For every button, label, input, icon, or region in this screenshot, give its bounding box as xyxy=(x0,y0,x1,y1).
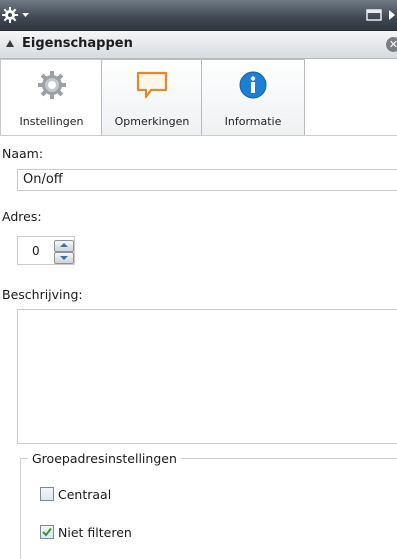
settings-gear-icon xyxy=(37,71,66,99)
address-stepper[interactable]: 0 xyxy=(17,236,75,265)
comment-bubble-icon xyxy=(136,71,168,99)
decrement-button[interactable] xyxy=(54,252,74,264)
tab-strip: Instellingen Opmerkingen Informatie xyxy=(0,59,397,136)
tab-label: Informatie xyxy=(224,115,282,128)
top-toolbar xyxy=(0,0,397,31)
name-label: Naam: xyxy=(2,146,44,161)
checkmark-icon xyxy=(42,527,52,537)
central-checkbox[interactable] xyxy=(40,487,54,501)
tab-instellingen[interactable]: Instellingen xyxy=(0,59,103,136)
description-textarea[interactable] xyxy=(17,309,397,444)
group-address-settings xyxy=(20,458,397,559)
tab-label: Instellingen xyxy=(19,115,84,128)
panel-title: Eigenschappen xyxy=(22,36,133,51)
nofilter-label[interactable]: Niet filteren xyxy=(58,525,132,540)
arrow-down-icon xyxy=(60,256,68,260)
toolbar-right-controls[interactable] xyxy=(363,7,397,23)
address-value[interactable]: 0 xyxy=(32,244,40,258)
play-arrow-icon xyxy=(389,10,395,20)
close-icon[interactable]: ✕ xyxy=(386,37,397,52)
group-title: Groepadresinstellingen xyxy=(28,451,181,466)
panel-header[interactable]: Eigenschappen ✕ xyxy=(0,31,397,59)
dropdown-arrow-icon xyxy=(22,13,29,17)
tab-informatie[interactable]: Informatie xyxy=(201,59,305,136)
info-icon xyxy=(239,71,267,99)
name-field[interactable]: On/off xyxy=(17,169,397,191)
tab-divider xyxy=(0,135,397,136)
central-label[interactable]: Centraal xyxy=(58,487,111,502)
description-label: Beschrijving: xyxy=(2,287,83,302)
tab-opmerkingen[interactable]: Opmerkingen xyxy=(101,59,203,136)
address-label: Adres: xyxy=(2,209,42,224)
gear-icon xyxy=(2,7,29,23)
arrow-up-icon xyxy=(60,243,68,247)
nofilter-checkbox[interactable] xyxy=(40,525,54,539)
settings-menu-button[interactable] xyxy=(2,6,34,24)
increment-button[interactable] xyxy=(54,240,74,252)
tab-label: Opmerkingen xyxy=(114,115,190,128)
collapse-triangle-icon[interactable] xyxy=(6,40,14,47)
